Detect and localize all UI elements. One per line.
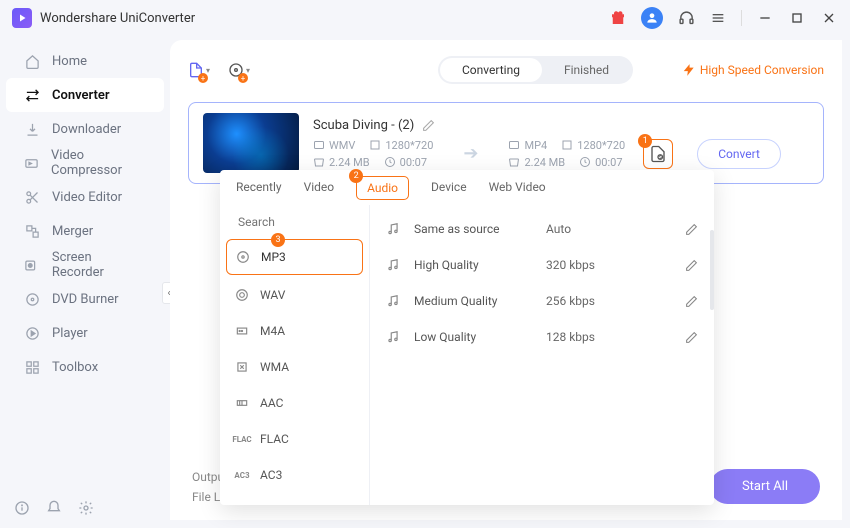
format-icon (234, 287, 250, 303)
sidebar-item-converter[interactable]: Converter (6, 78, 164, 112)
toolbar: + ▾ + ▾ Converting Finished High Speed C… (188, 52, 824, 88)
format-option-flac[interactable]: FLACFLAC (220, 421, 369, 457)
high-speed-conversion-toggle[interactable]: High Speed Conversion (682, 63, 824, 77)
headset-icon[interactable] (677, 9, 695, 27)
titlebar: Wondershare UniConverter (0, 0, 850, 36)
callout-badge-1: 1 (638, 134, 652, 148)
format-icon: AC3 (234, 467, 250, 483)
sidebar-item-video-editor[interactable]: Video Editor (6, 180, 164, 214)
compress-icon (24, 155, 39, 171)
quality-option[interactable]: Same as sourceAuto (370, 211, 714, 247)
format-icon: FLAC (234, 431, 250, 447)
settings-icon[interactable] (78, 500, 94, 516)
format-panel: RecentlyVideoAudio2DeviceWeb Video MP33W… (220, 170, 714, 505)
add-disc-button[interactable]: + ▾ (228, 59, 250, 81)
format-icon (235, 249, 251, 265)
format-icon (234, 359, 250, 375)
quality-option[interactable]: Medium Quality256 kbps (370, 283, 714, 319)
app-logo (12, 8, 32, 28)
format-option-mp3[interactable]: MP33 (226, 239, 363, 275)
gift-icon[interactable] (609, 9, 627, 27)
sidebar-item-home[interactable]: Home (6, 44, 164, 78)
format-icon (234, 395, 250, 411)
arrow-icon: ➔ (463, 143, 478, 164)
sidebar-item-toolbox[interactable]: Toolbox (6, 350, 164, 384)
format-option-wav[interactable]: WAV (220, 277, 369, 313)
grid-icon (24, 359, 40, 375)
sidebar-item-label: DVD Burner (52, 292, 119, 307)
format-tab-device[interactable]: Device (431, 180, 467, 204)
bell-icon[interactable] (46, 500, 62, 516)
status-tabs: Converting Finished (438, 56, 633, 84)
target-info: MP4 1280*720 2.24 MB 00:07 (508, 139, 625, 169)
maximize-button[interactable] (788, 9, 806, 27)
minimize-button[interactable] (756, 9, 774, 27)
close-button[interactable] (820, 9, 838, 27)
edit-quality-icon[interactable] (685, 223, 698, 236)
format-tab-audio[interactable]: Audio2 (356, 176, 409, 200)
sidebar-item-label: Merger (52, 224, 93, 239)
app-title: Wondershare UniConverter (40, 11, 195, 26)
music-note-icon (386, 330, 402, 344)
menu-icon[interactable] (709, 9, 727, 27)
play-icon (24, 325, 40, 341)
record-icon (24, 257, 40, 273)
edit-quality-icon[interactable] (685, 331, 698, 344)
format-search-input[interactable] (238, 215, 370, 229)
add-file-button[interactable]: + ▾ (188, 59, 210, 81)
source-info: WMV 1280*720 2.24 MB 00:07 (313, 139, 433, 169)
video-thumbnail[interactable] (203, 113, 299, 173)
sidebar-item-label: Home (52, 54, 87, 69)
callout-badge-2: 2 (349, 169, 363, 183)
format-tab-web-video[interactable]: Web Video (489, 180, 546, 204)
music-note-icon (386, 222, 402, 236)
user-avatar[interactable] (641, 7, 663, 29)
music-note-icon (386, 294, 402, 308)
sidebar-item-merger[interactable]: Merger (6, 214, 164, 248)
format-list: MP33WAVM4AWMAAACFLACFLACAC3AC3 (220, 205, 370, 505)
sidebar-item-screen-recorder[interactable]: Screen Recorder (6, 248, 164, 282)
info-icon[interactable] (14, 500, 30, 516)
music-note-icon (386, 258, 402, 272)
edit-quality-icon[interactable] (685, 259, 698, 272)
format-tab-video[interactable]: Video (304, 180, 335, 204)
tab-finished[interactable]: Finished (542, 58, 631, 82)
home-icon (24, 53, 40, 69)
sidebar-item-label: Downloader (52, 122, 121, 137)
sidebar-item-player[interactable]: Player (6, 316, 164, 350)
file-name: Scuba Diving - (2) (313, 118, 414, 133)
edit-quality-icon[interactable] (685, 295, 698, 308)
format-option-m4a[interactable]: M4A (220, 313, 369, 349)
download-icon (24, 121, 40, 137)
quality-option[interactable]: High Quality320 kbps (370, 247, 714, 283)
edit-filename-icon[interactable] (422, 119, 435, 132)
sidebar-item-video-compressor[interactable]: Video Compressor (6, 146, 164, 180)
disc-icon (24, 291, 40, 307)
format-option-aac[interactable]: AAC (220, 385, 369, 421)
sidebar-item-label: Toolbox (52, 360, 98, 375)
converter-icon (24, 87, 40, 103)
sidebar-item-label: Player (52, 326, 88, 341)
sidebar-item-downloader[interactable]: Downloader (6, 112, 164, 146)
sidebar-item-label: Video Compressor (51, 148, 146, 178)
sidebar-item-dvd-burner[interactable]: DVD Burner (6, 282, 164, 316)
convert-button[interactable]: Convert (697, 139, 781, 169)
tab-converting[interactable]: Converting (440, 58, 542, 82)
sidebar-item-label: Video Editor (52, 190, 122, 205)
format-option-wma[interactable]: WMA (220, 349, 369, 385)
merge-icon (24, 223, 40, 239)
quality-list: Same as sourceAutoHigh Quality320 kbpsMe… (370, 205, 714, 505)
output-format-button[interactable]: 1 (643, 139, 673, 169)
format-search[interactable] (220, 211, 369, 237)
scissors-icon (24, 189, 40, 205)
quality-option[interactable]: Low Quality128 kbps (370, 319, 714, 355)
callout-badge-3: 3 (271, 233, 285, 247)
start-all-button[interactable]: Start All (710, 469, 820, 504)
sidebar-item-label: Screen Recorder (52, 250, 146, 280)
format-option-ac3[interactable]: AC3AC3 (220, 457, 369, 493)
format-tab-recently[interactable]: Recently (236, 180, 282, 204)
sidebar: Home Converter Downloader Video Compressor V… (0, 36, 170, 528)
sidebar-item-label: Converter (52, 88, 110, 103)
format-icon (234, 323, 250, 339)
